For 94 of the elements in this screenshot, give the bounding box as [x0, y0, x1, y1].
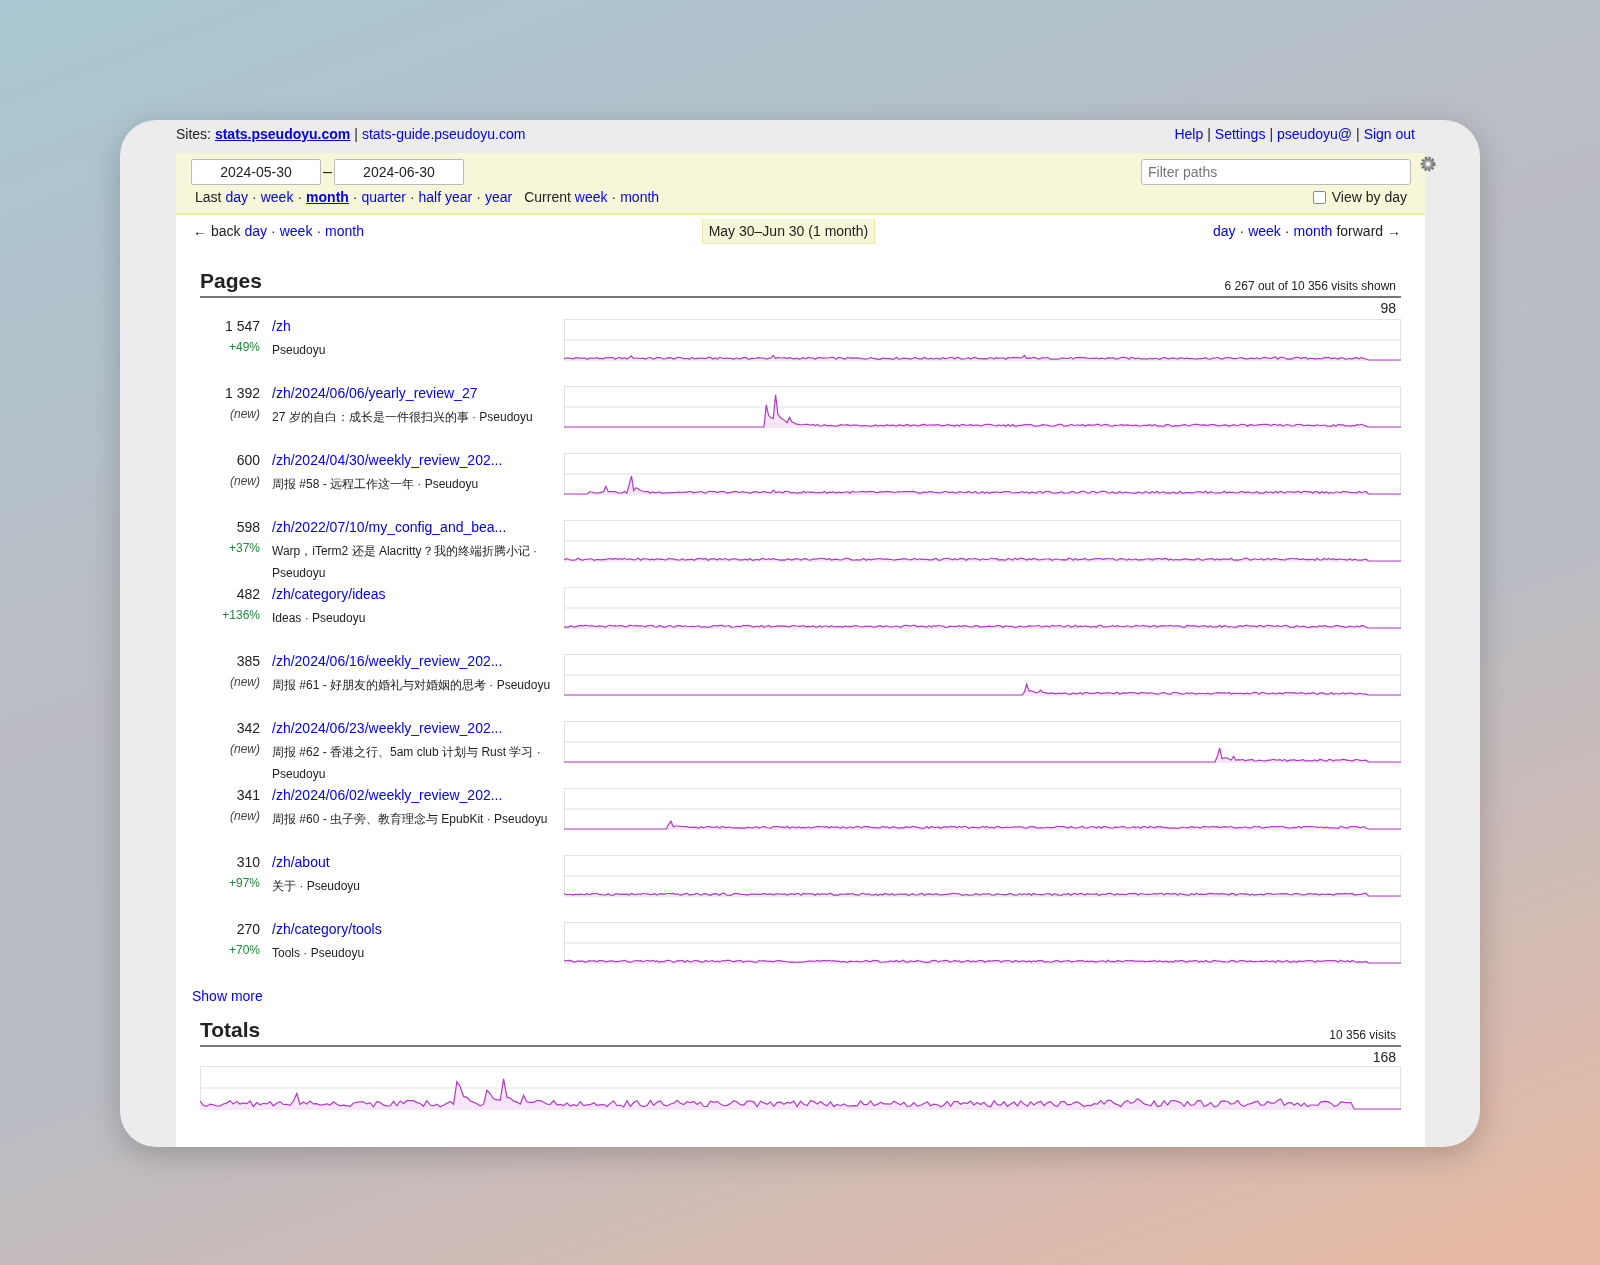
page-path-link[interactable]: /zh/2024/06/16/weekly_review_202... [272, 653, 552, 669]
start-date-field[interactable]: 2024-05-30 [191, 159, 321, 185]
last-label: Last [195, 189, 222, 205]
range-link[interactable]: week [260, 189, 294, 205]
change-label: +70% [228, 943, 260, 957]
separator: · [409, 189, 415, 205]
separator: · [476, 189, 481, 205]
sites-label: Sites: [176, 126, 211, 142]
page-title: Ideas · Pseudoyu [272, 610, 367, 627]
change-label: +49% [228, 340, 260, 354]
header-link[interactable]: pseudoyu@ [1277, 126, 1352, 142]
separator: · [352, 189, 358, 205]
filter-field[interactable]: Filter paths [1141, 159, 1411, 185]
visit-count: 1 547 [224, 318, 260, 334]
separator: · [297, 189, 303, 205]
separator: | [1207, 126, 1211, 142]
range-link[interactable]: half year [418, 189, 473, 205]
visits-summary: 10 356 visits [1329, 1028, 1396, 1042]
view-by-day-checkbox[interactable] [1312, 190, 1326, 204]
section-title: Totals [200, 1018, 261, 1042]
header-link[interactable]: Help [1174, 126, 1204, 142]
range-link[interactable]: day [225, 189, 249, 205]
change-label: +97% [228, 876, 260, 890]
separator: · [1239, 223, 1245, 239]
period-label: May 30–Jun 30 (1 month) [701, 219, 876, 244]
back-label: ← back [193, 223, 241, 239]
scale-max-label: 168 [1371, 1049, 1396, 1066]
page-path-link[interactable]: /zh/2024/06/23/weekly_review_202... [272, 720, 552, 736]
end-date-field[interactable]: 2024-06-30 [333, 159, 464, 185]
page-path-link[interactable]: /zh/category/ideas [272, 586, 552, 602]
page-path-link[interactable]: /zh/category/tools [272, 921, 552, 937]
separator: | [354, 126, 358, 142]
change-label: (new) [230, 407, 260, 421]
page-title: 周报 #62 - 香港之行、5am club 计划与 Rust 学习 · Pseudoyu [272, 744, 542, 783]
page-path-link[interactable]: /zh/about [272, 854, 552, 870]
range-link[interactable]: year [484, 189, 513, 205]
page-path-link[interactable]: /zh/2024/06/06/yearly_review_27 [272, 385, 552, 401]
separator: · [611, 189, 617, 205]
visits-summary: 6 267 out of 10 356 visits shown [1224, 279, 1396, 293]
page-title: Warp，iTerm2 还是 Alacritty？我的终端折腾小记 · Pseudoyu [272, 543, 538, 582]
page-title: 周报 #61 - 好朋友的婚礼与对婚姻的思考 · Pseudoyu [272, 677, 552, 694]
range-link[interactable]: month [620, 189, 660, 205]
visit-count: 270 [236, 921, 260, 937]
visit-count: 598 [236, 519, 260, 535]
date-separator: – [323, 163, 332, 181]
visit-count: 385 [236, 653, 260, 669]
change-label: +136% [222, 608, 260, 622]
back-link[interactable]: month [325, 223, 364, 239]
page-title: 关于 · Pseudoyu [272, 878, 362, 895]
page-title: 27 岁的自白：成长是一件很扫兴的事 · Pseudoyu [272, 409, 534, 426]
page-path-link[interactable]: /zh/2024/06/02/weekly_review_202... [272, 787, 552, 803]
site-link[interactable]: stats-guide.pseudoyu.com [361, 126, 526, 142]
separator: | [1356, 126, 1360, 142]
visit-count: 482 [236, 586, 260, 602]
separator: · [1284, 223, 1290, 239]
range-link[interactable]: week [574, 189, 608, 205]
page-title: 周报 #58 - 远程工作这一年 · Pseudoyu [272, 476, 480, 493]
change-label: (new) [230, 809, 260, 823]
forward-label: forward → [1336, 223, 1401, 239]
page-path-link[interactable]: /zh [272, 318, 552, 334]
back-link[interactable]: day [244, 223, 268, 239]
visit-count: 600 [236, 452, 260, 468]
back-link[interactable]: week [279, 223, 313, 239]
header-link[interactable]: Settings [1214, 126, 1266, 142]
separator: · [316, 223, 322, 239]
settings-icon[interactable] [1419, 155, 1437, 173]
forward-link[interactable]: day [1212, 223, 1236, 239]
visit-count: 342 [236, 720, 260, 736]
page-title: 周报 #60 - 虫子旁、教育理念与 EpubKit · Pseudoyu [272, 811, 549, 828]
site-link[interactable]: stats.pseudoyu.com [214, 126, 351, 142]
range-link[interactable]: quarter [361, 189, 406, 205]
show-more-link[interactable]: Show more [192, 988, 263, 1004]
page-title: Tools · Pseudoyu [272, 945, 366, 962]
current-label: Current [524, 189, 571, 205]
header-link[interactable]: Sign out [1363, 126, 1415, 142]
scale-max-label: 98 [1379, 300, 1396, 317]
range-link[interactable]: month [306, 189, 349, 205]
forward-link[interactable]: week [1248, 223, 1281, 239]
separator: | [1269, 126, 1274, 142]
visit-count: 310 [236, 854, 260, 870]
visit-count: 1 392 [224, 385, 260, 401]
view-by-day-label: View by day [1331, 189, 1407, 205]
change-label: +37% [228, 541, 260, 555]
section-title: Pages [200, 269, 262, 293]
page-path-link[interactable]: /zh/2022/07/10/my_config_and_bea... [272, 519, 552, 535]
change-label: (new) [230, 675, 260, 689]
separator: · [271, 223, 276, 239]
forward-link[interactable]: month [1293, 223, 1333, 239]
change-label: (new) [230, 742, 260, 756]
separator: · [252, 189, 257, 205]
page-path-link[interactable]: /zh/2024/04/30/weekly_review_202... [272, 452, 552, 468]
visit-count: 341 [236, 787, 260, 803]
page-title: Pseudoyu [272, 342, 327, 359]
change-label: (new) [230, 474, 260, 488]
